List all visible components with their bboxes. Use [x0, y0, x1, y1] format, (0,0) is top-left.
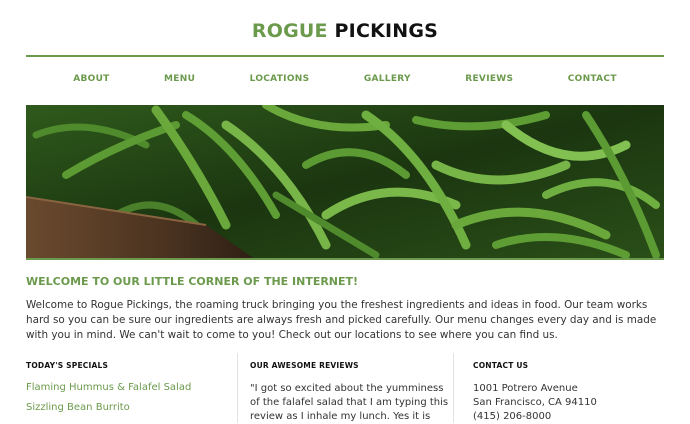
- contact-street: 1001 Potrero Avenue: [473, 383, 578, 394]
- nav-contact[interactable]: CONTACT: [568, 74, 617, 84]
- nav-about[interactable]: ABOUT: [73, 74, 109, 84]
- contact-phone[interactable]: (415) 206-8000: [473, 410, 664, 424]
- special-item[interactable]: Flaming Hummus & Falafel Salad: [26, 382, 237, 393]
- contact-column: CONTACT US 1001 Potrero Avenue San Franc…: [453, 353, 664, 423]
- hero-green-beans-image: [26, 105, 664, 260]
- hero-divider: [26, 258, 664, 260]
- specials-column: TODAY'S SPECIALS Flaming Hummus & Falafe…: [26, 353, 237, 423]
- specials-heading: TODAY'S SPECIALS: [26, 361, 109, 370]
- reviews-heading: OUR AWESOME REVIEWS: [250, 361, 359, 370]
- contact-details: 1001 Potrero Avenue San Francisco, CA 94…: [473, 382, 664, 424]
- welcome-heading: WELCOME TO OUR LITTLE CORNER OF THE INTE…: [26, 275, 359, 288]
- nav-reviews[interactable]: REVIEWS: [465, 74, 513, 84]
- site-logo[interactable]: ROGUE PICKINGS: [0, 20, 690, 42]
- review-text: "I got so excited about the yumminess of…: [250, 383, 449, 422]
- nav-locations[interactable]: LOCATIONS: [250, 74, 310, 84]
- info-columns: TODAY'S SPECIALS Flaming Hummus & Falafe…: [26, 353, 664, 423]
- nav-menu[interactable]: MENU: [164, 74, 195, 84]
- logo-word-pickings: PICKINGS: [334, 20, 439, 42]
- welcome-paragraph: Welcome to Rogue Pickings, the roaming t…: [26, 299, 657, 341]
- special-item[interactable]: Sizzling Bean Burrito: [26, 402, 237, 413]
- main-nav: ABOUT MENU LOCATIONS GALLERY REVIEWS CON…: [26, 74, 664, 84]
- page: ROGUE PICKINGS ABOUT MENU LOCATIONS GALL…: [0, 0, 690, 423]
- reviews-column: OUR AWESOME REVIEWS "I got so excited ab…: [237, 353, 453, 423]
- header-divider: [26, 55, 664, 57]
- contact-city: San Francisco, CA 94110: [473, 397, 597, 408]
- contact-heading: CONTACT US: [473, 361, 529, 370]
- logo-word-rogue: ROGUE: [251, 20, 328, 42]
- nav-gallery[interactable]: GALLERY: [364, 74, 411, 84]
